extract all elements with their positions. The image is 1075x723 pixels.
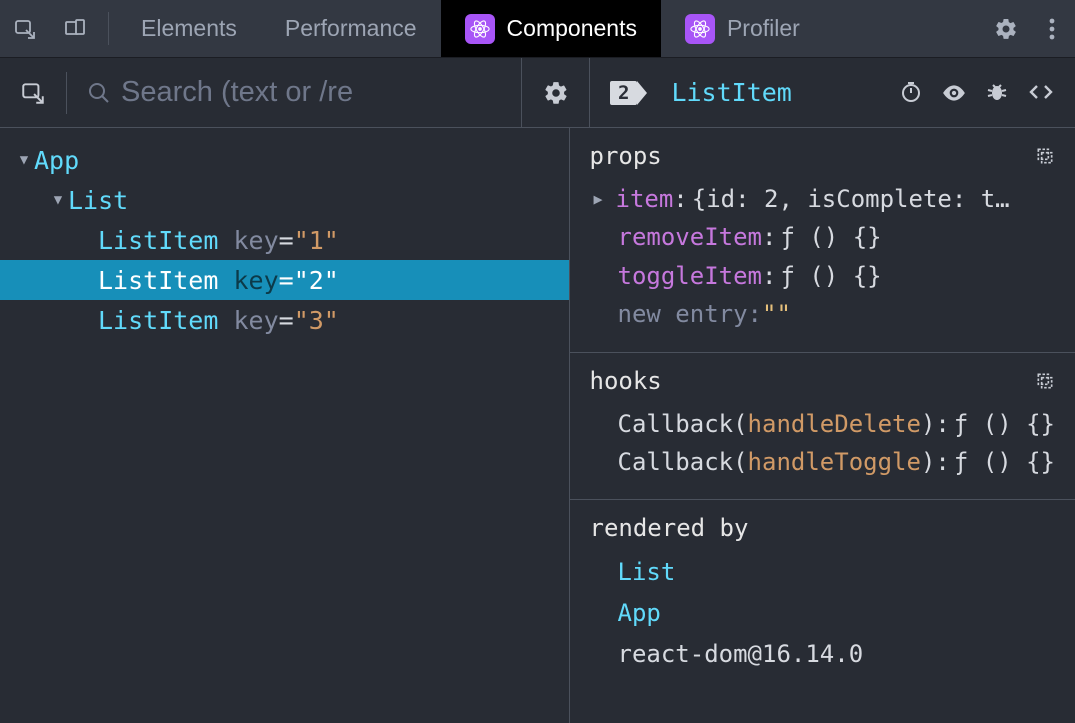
more-icon[interactable] — [1029, 18, 1075, 40]
node-key: key="1" — [233, 226, 338, 255]
component-tree: ▼ App ▼ List ListItem key="1" ListItem k… — [0, 128, 570, 723]
device-mode-icon[interactable] — [50, 0, 100, 57]
devtools-tabbar: Elements Performance Components Profiler — [0, 0, 1075, 58]
search-box[interactable] — [73, 76, 521, 109]
node-name: List — [68, 186, 128, 215]
props-section: props ▶ item: {id: 2, isComplete: t… rem… — [570, 128, 1075, 353]
node-name: ListItem — [98, 226, 218, 255]
tab-elements[interactable]: Elements — [117, 0, 261, 57]
debug-icon[interactable] — [985, 80, 1009, 106]
settings-icon[interactable] — [983, 17, 1029, 41]
tree-node-list[interactable]: ▼ List — [0, 180, 569, 220]
main-split: ▼ App ▼ List ListItem key="1" ListItem k… — [0, 128, 1075, 723]
node-key: key="2" — [233, 266, 338, 295]
node-name: ListItem — [98, 266, 218, 295]
node-name: ListItem — [98, 306, 218, 335]
tab-label: Components — [507, 15, 637, 42]
tree-node-listitem-2[interactable]: ListItem key="2" — [0, 260, 569, 300]
tab-components[interactable]: Components — [441, 0, 661, 57]
search-input[interactable] — [121, 76, 521, 109]
prop-row-toggleitem[interactable]: toggleItem: ƒ () {} — [590, 257, 1056, 295]
chevron-down-icon[interactable]: ▼ — [14, 152, 34, 168]
tree-settings-icon[interactable] — [521, 58, 589, 127]
chevron-right-icon[interactable]: ▶ — [594, 180, 616, 218]
rendered-by-link-app[interactable]: App — [590, 593, 1056, 634]
selection-badge: 2 — [610, 81, 637, 105]
divider — [66, 72, 67, 114]
tab-performance[interactable]: Performance — [261, 0, 441, 57]
selected-component-name: ListItem — [671, 78, 791, 107]
tab-label: Elements — [141, 15, 237, 42]
react-logo-icon — [685, 14, 715, 44]
section-title: rendered by — [590, 514, 749, 542]
inspect-dom-icon[interactable] — [941, 80, 967, 106]
section-title: hooks — [590, 367, 662, 395]
node-name: App — [34, 146, 79, 175]
copy-icon[interactable] — [1035, 146, 1055, 166]
topbar-right-icons — [983, 0, 1075, 57]
divider — [108, 12, 109, 45]
prop-row-removeitem[interactable]: removeItem: ƒ () {} — [590, 218, 1056, 256]
tree-node-listitem-1[interactable]: ListItem key="1" — [0, 220, 569, 260]
inspect-element-icon[interactable] — [0, 0, 50, 57]
prop-row-new-entry[interactable]: new entry: "" — [590, 295, 1056, 333]
tab-label: Performance — [285, 15, 417, 42]
copy-icon[interactable] — [1035, 371, 1055, 391]
prop-row-item[interactable]: ▶ item: {id: 2, isComplete: t… — [590, 180, 1056, 218]
hook-row-2[interactable]: Callback(handleToggle): ƒ () {} — [590, 443, 1056, 481]
suspense-timer-icon[interactable] — [899, 80, 923, 106]
element-selector-icon[interactable] — [0, 80, 66, 106]
hooks-section: hooks Callback(handleDelete): ƒ () {} Ca… — [570, 353, 1075, 501]
rendered-by-lib: react-dom@16.14.0 — [590, 634, 1056, 675]
tab-profiler[interactable]: Profiler — [661, 0, 824, 57]
section-title: props — [590, 142, 662, 170]
hook-row-1[interactable]: Callback(handleDelete): ƒ () {} — [590, 405, 1056, 443]
rendered-by-section: rendered by List App react-dom@16.14.0 — [570, 500, 1075, 692]
tab-label: Profiler — [727, 15, 800, 42]
view-source-icon[interactable] — [1027, 80, 1055, 106]
chevron-down-icon[interactable]: ▼ — [48, 192, 68, 208]
tree-node-app[interactable]: ▼ App — [0, 140, 569, 180]
details-panel: props ▶ item: {id: 2, isComplete: t… rem… — [570, 128, 1075, 723]
rendered-by-link-list[interactable]: List — [590, 552, 1056, 593]
tree-node-listitem-3[interactable]: ListItem key="3" — [0, 300, 569, 340]
search-icon — [87, 81, 111, 105]
node-key: key="3" — [233, 306, 338, 335]
toolbar: 2 ListItem — [0, 58, 1075, 128]
react-logo-icon — [465, 14, 495, 44]
